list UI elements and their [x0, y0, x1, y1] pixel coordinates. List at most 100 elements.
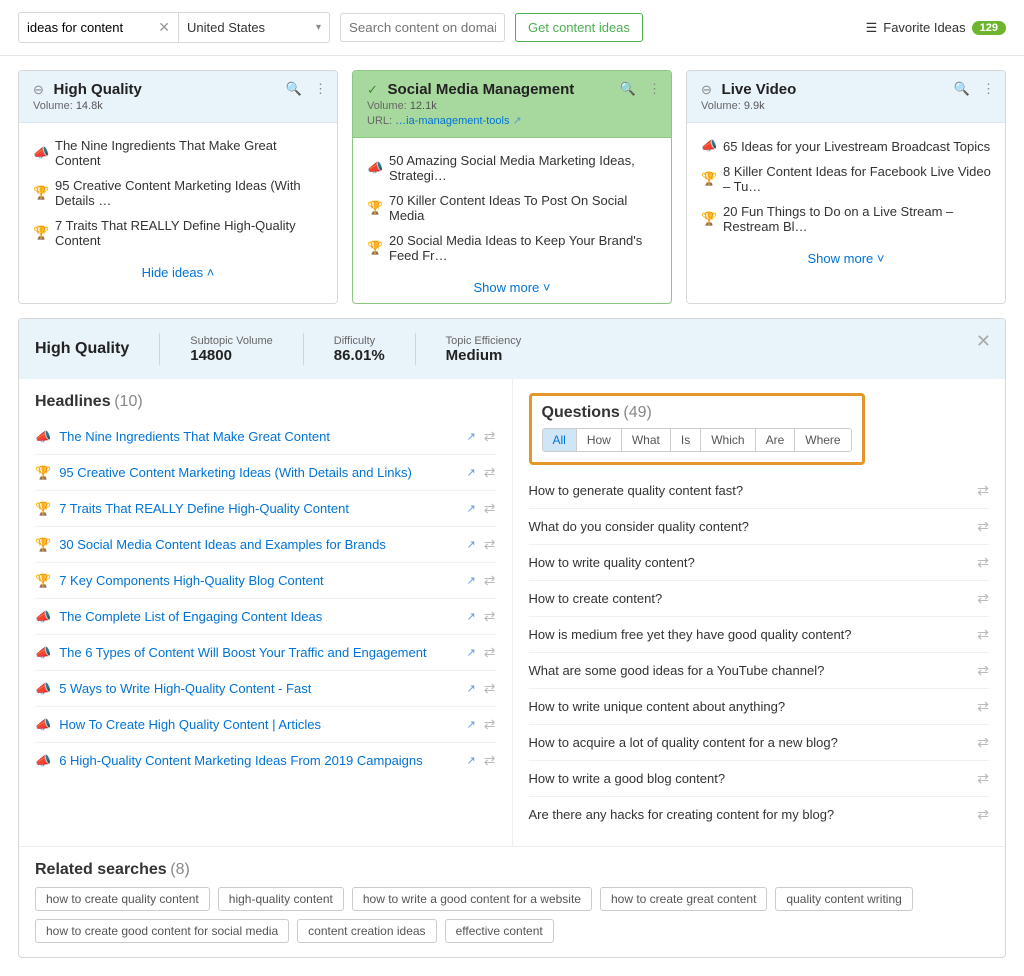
- add-icon[interactable]: ⇄: [977, 734, 989, 751]
- headline-link[interactable]: 30 Social Media Content Ideas and Exampl…: [59, 537, 458, 552]
- headline-row[interactable]: 🏆 7 Traits That REALLY Define High-Quali…: [35, 491, 496, 527]
- card-header[interactable]: ⊖ Live Video Volume: 9.9k 🔍 ⋮: [687, 71, 1005, 123]
- related-chip[interactable]: quality content writing: [775, 887, 912, 911]
- headline-link[interactable]: The 6 Types of Content Will Boost Your T…: [59, 645, 458, 660]
- clear-icon[interactable]: ✕: [158, 19, 170, 36]
- add-icon[interactable]: ⇄: [977, 518, 989, 535]
- headline-link[interactable]: 5 Ways to Write High-Quality Content - F…: [59, 681, 458, 696]
- related-chip[interactable]: how to create great content: [600, 887, 767, 911]
- tab-what[interactable]: What: [622, 429, 671, 451]
- list-item[interactable]: 🏆70 Killer Content Ideas To Post On Soci…: [367, 188, 657, 228]
- card-header[interactable]: ✓ Social Media Management Volume: 12.1k …: [353, 71, 671, 138]
- more-icon[interactable]: ⋮: [314, 81, 327, 97]
- keyword-search[interactable]: ✕: [19, 13, 179, 42]
- headline-link[interactable]: 95 Creative Content Marketing Ideas (Wit…: [59, 465, 458, 480]
- question-row[interactable]: Are there any hacks for creating content…: [529, 797, 990, 832]
- add-icon[interactable]: ⇄: [977, 482, 989, 499]
- list-item[interactable]: 🏆95 Creative Content Marketing Ideas (Wi…: [33, 173, 323, 213]
- favorite-ideas-link[interactable]: ☰ Favorite Ideas 129: [866, 20, 1006, 36]
- domain-input[interactable]: [340, 13, 505, 42]
- country-select[interactable]: United States ▾: [179, 14, 329, 41]
- headline-row[interactable]: 📣 The Complete List of Engaging Content …: [35, 599, 496, 635]
- headline-link[interactable]: 7 Key Components High-Quality Blog Conte…: [59, 573, 458, 588]
- detail-title-block: High Quality: [35, 340, 129, 358]
- list-item[interactable]: 🏆20 Social Media Ideas to Keep Your Bran…: [367, 228, 657, 268]
- chevron-up-icon: ˄: [207, 265, 215, 280]
- search-icon[interactable]: 🔍: [954, 81, 970, 97]
- headline-link[interactable]: 7 Traits That REALLY Define High-Quality…: [59, 501, 458, 516]
- headline-row[interactable]: 📣 How To Create High Quality Content | A…: [35, 707, 496, 743]
- tab-which[interactable]: Which: [701, 429, 755, 451]
- add-icon[interactable]: ⇄: [484, 500, 496, 517]
- question-row[interactable]: How to generate quality content fast? ⇄: [529, 473, 990, 509]
- add-icon[interactable]: ⇄: [484, 644, 496, 661]
- tab-is[interactable]: Is: [671, 429, 701, 451]
- headline-link[interactable]: How To Create High Quality Content | Art…: [59, 717, 458, 732]
- add-icon[interactable]: ⇄: [484, 572, 496, 589]
- add-icon[interactable]: ⇄: [484, 680, 496, 697]
- add-icon[interactable]: ⇄: [484, 716, 496, 733]
- headline-link[interactable]: 6 High-Quality Content Marketing Ideas F…: [59, 753, 458, 768]
- add-icon[interactable]: ⇄: [977, 626, 989, 643]
- hide-ideas-link[interactable]: Hide ideas ˄: [19, 257, 337, 288]
- related-chip[interactable]: how to create good content for social me…: [35, 919, 289, 943]
- headline-row[interactable]: 📣 The 6 Types of Content Will Boost Your…: [35, 635, 496, 671]
- add-icon[interactable]: ⇄: [484, 536, 496, 553]
- headline-link[interactable]: The Complete List of Engaging Content Id…: [59, 609, 458, 624]
- check-icon: ✓: [367, 82, 378, 97]
- headline-row[interactable]: 📣 5 Ways to Write High-Quality Content -…: [35, 671, 496, 707]
- headline-row[interactable]: 📣 6 High-Quality Content Marketing Ideas…: [35, 743, 496, 778]
- add-icon[interactable]: ⇄: [977, 806, 989, 823]
- add-icon[interactable]: ⇄: [977, 590, 989, 607]
- related-chip[interactable]: content creation ideas: [297, 919, 436, 943]
- tab-all[interactable]: All: [543, 429, 577, 451]
- show-more-link[interactable]: Show more ˅: [687, 243, 1005, 274]
- add-icon[interactable]: ⇄: [977, 770, 989, 787]
- question-row[interactable]: What are some good ideas for a YouTube c…: [529, 653, 990, 689]
- question-row[interactable]: How to write quality content? ⇄: [529, 545, 990, 581]
- list-item[interactable]: 📣The Nine Ingredients That Make Great Co…: [33, 133, 323, 173]
- close-icon[interactable]: ✕: [976, 331, 991, 352]
- list-item[interactable]: 🏆20 Fun Things to Do on a Live Stream – …: [701, 199, 991, 239]
- add-icon[interactable]: ⇄: [977, 662, 989, 679]
- search-icon[interactable]: 🔍: [286, 81, 302, 97]
- external-link-icon: ↗: [467, 682, 476, 695]
- related-chip[interactable]: effective content: [445, 919, 554, 943]
- question-row[interactable]: How to write unique content about anythi…: [529, 689, 990, 725]
- question-row[interactable]: How is medium free yet they have good qu…: [529, 617, 990, 653]
- question-row[interactable]: What do you consider quality content? ⇄: [529, 509, 990, 545]
- get-content-ideas-button[interactable]: Get content ideas: [515, 13, 643, 42]
- related-chip[interactable]: how to create quality content: [35, 887, 210, 911]
- keyword-input[interactable]: [27, 20, 154, 35]
- question-row[interactable]: How to create content? ⇄: [529, 581, 990, 617]
- question-row[interactable]: How to acquire a lot of quality content …: [529, 725, 990, 761]
- tab-where[interactable]: Where: [795, 429, 850, 451]
- headline-row[interactable]: 🏆 95 Creative Content Marketing Ideas (W…: [35, 455, 496, 491]
- tab-are[interactable]: Are: [756, 429, 796, 451]
- headline-row[interactable]: 📣 The Nine Ingredients That Make Great C…: [35, 419, 496, 455]
- list-item[interactable]: 📣50 Amazing Social Media Marketing Ideas…: [367, 148, 657, 188]
- add-icon[interactable]: ⇄: [977, 554, 989, 571]
- related-chip[interactable]: how to write a good content for a websit…: [352, 887, 592, 911]
- list-item[interactable]: 📣65 Ideas for your Livestream Broadcast …: [701, 133, 991, 159]
- tab-how[interactable]: How: [577, 429, 622, 451]
- add-icon[interactable]: ⇄: [484, 428, 496, 445]
- question-text: How is medium free yet they have good qu…: [529, 627, 970, 642]
- url-link[interactable]: …ia-management-tools: [395, 115, 509, 127]
- list-item[interactable]: 🏆7 Traits That REALLY Define High-Qualit…: [33, 213, 323, 253]
- show-more-link[interactable]: Show more ˅: [353, 272, 671, 303]
- add-icon[interactable]: ⇄: [484, 464, 496, 481]
- add-icon[interactable]: ⇄: [484, 752, 496, 769]
- add-icon[interactable]: ⇄: [977, 698, 989, 715]
- card-header[interactable]: ⊖ High Quality Volume: 14.8k 🔍 ⋮: [19, 71, 337, 123]
- list-item[interactable]: 🏆8 Killer Content Ideas for Facebook Liv…: [701, 159, 991, 199]
- headline-link[interactable]: The Nine Ingredients That Make Great Con…: [59, 429, 458, 444]
- more-icon[interactable]: ⋮: [982, 81, 995, 97]
- add-icon[interactable]: ⇄: [484, 608, 496, 625]
- related-chip[interactable]: high-quality content: [218, 887, 344, 911]
- search-icon[interactable]: 🔍: [620, 81, 636, 97]
- question-row[interactable]: How to write a good blog content? ⇄: [529, 761, 990, 797]
- more-icon[interactable]: ⋮: [648, 81, 661, 97]
- headline-row[interactable]: 🏆 7 Key Components High-Quality Blog Con…: [35, 563, 496, 599]
- headline-row[interactable]: 🏆 30 Social Media Content Ideas and Exam…: [35, 527, 496, 563]
